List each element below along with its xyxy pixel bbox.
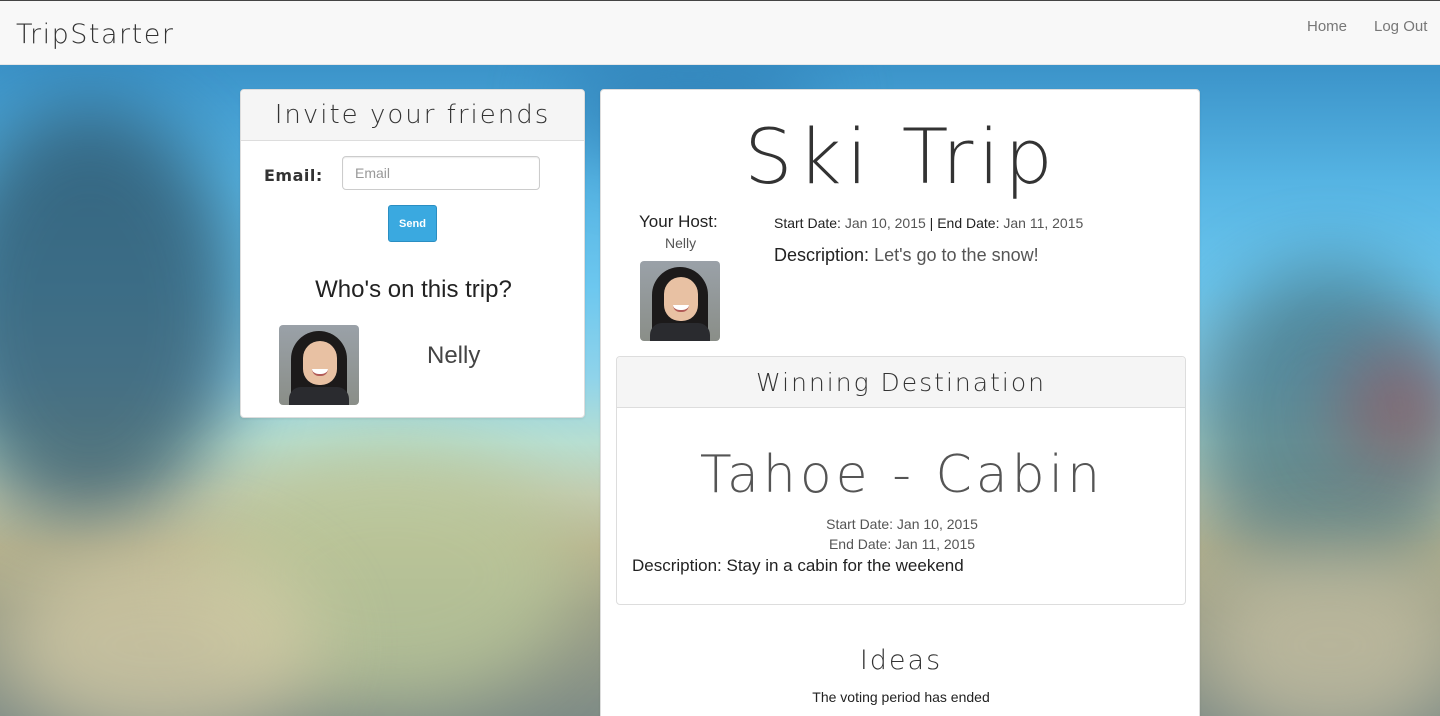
description-value: Let's go to the snow!: [874, 245, 1039, 265]
host-name: Nelly: [665, 235, 697, 251]
nav-logout-link[interactable]: Log Out: [1374, 18, 1427, 35]
start-date-label: Start Date:: [774, 215, 841, 231]
start-date-value: Jan 10, 2015: [844, 215, 926, 231]
trip-description: Description: Let's go to the snow!: [774, 245, 1039, 266]
ideas-heading: Ideas: [859, 645, 943, 676]
end-date-label: End Date:: [937, 215, 1000, 231]
winning-heading: Winning Destination: [617, 357, 1185, 408]
guest-avatar: [279, 325, 359, 405]
winning-description: Description: Stay in a cabin for the wee…: [632, 556, 964, 575]
description-label: Description:: [774, 245, 870, 265]
winning-start-date: Start Date: Jan 10, 2015: [826, 516, 978, 532]
navbar: TripStarter Home Log Out: [0, 0, 1440, 65]
email-input[interactable]: [342, 156, 540, 190]
winning-title: Tahoe - Cabin: [699, 445, 1105, 505]
email-label: Email:: [264, 166, 323, 185]
winning-end-date: End Date: Jan 11, 2015: [828, 536, 976, 552]
invite-panel: Invite your friends Email: Send Who's on…: [240, 89, 585, 418]
winning-destination-panel: Winning Destination Tahoe - Cabin Start …: [616, 356, 1186, 605]
guests-heading: Who's on this trip?: [315, 276, 512, 303]
brand-logo[interactable]: TripStarter: [16, 19, 174, 50]
trip-dates: Start Date: Jan 10, 2015 | End Date: Jan…: [774, 215, 1083, 231]
voting-status: The voting period has ended: [812, 689, 990, 705]
end-date-value: Jan 11, 2015: [1003, 215, 1084, 231]
host-label: Your Host:: [639, 212, 718, 231]
trip-panel: Ski Trip Your Host: Nelly Start Date: Ja…: [600, 89, 1200, 716]
nav-home-link[interactable]: Home: [1307, 18, 1347, 35]
invite-heading: Invite your friends: [241, 90, 584, 141]
date-separator: |: [929, 215, 934, 231]
send-button[interactable]: Send: [388, 205, 437, 242]
host-avatar: [640, 261, 720, 341]
trip-title: Ski Trip: [744, 112, 1058, 201]
guest-name: Nelly: [427, 342, 481, 369]
